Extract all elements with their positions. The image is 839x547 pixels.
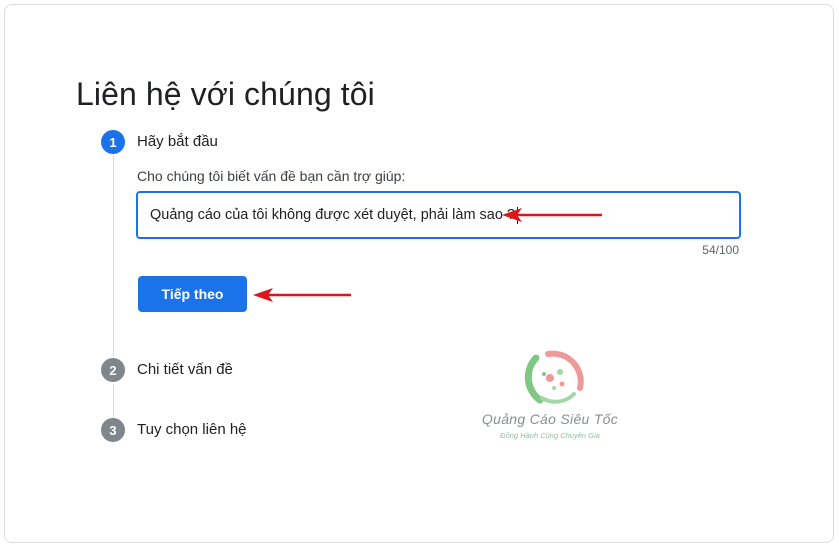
- step-1-number: 1: [101, 130, 125, 154]
- step-1-label: Hãy bắt đầu: [137, 133, 218, 150]
- next-button[interactable]: Tiếp theo: [138, 276, 247, 312]
- step-2-label: Chi tiết vấn đề: [137, 361, 233, 378]
- issue-input[interactable]: Quảng cáo của tôi không được xét duyệt, …: [136, 191, 741, 239]
- stepper-rail-2: [113, 384, 114, 418]
- page-title: Liên hệ với chúng tôi: [76, 76, 375, 112]
- red-arrow-icon: [502, 208, 602, 222]
- issue-input-value: Quảng cáo của tôi không được xét duyệt, …: [150, 207, 516, 223]
- char-counter: 54/100: [702, 243, 739, 257]
- step-3-label: Tuy chọn liên hệ: [137, 421, 247, 438]
- red-arrow-icon: [253, 288, 351, 302]
- quang-cao-sieu-toc-logo: [524, 350, 584, 404]
- watermark-brand: Quảng Cáo Siêu Tốc: [481, 411, 619, 427]
- watermark-logo: Quảng Cáo Siêu Tốc Đồng Hành Cùng Chuyên…: [470, 348, 630, 448]
- issue-prompt: Cho chúng tôi biết vấn đề bạn cần trợ gi…: [137, 168, 406, 184]
- step-3-number: 3: [101, 418, 125, 442]
- watermark-tagline: Đồng Hành Cùng Chuyên Gia: [500, 431, 600, 440]
- step-2-number: 2: [101, 358, 125, 382]
- stepper-rail-1: [113, 156, 114, 356]
